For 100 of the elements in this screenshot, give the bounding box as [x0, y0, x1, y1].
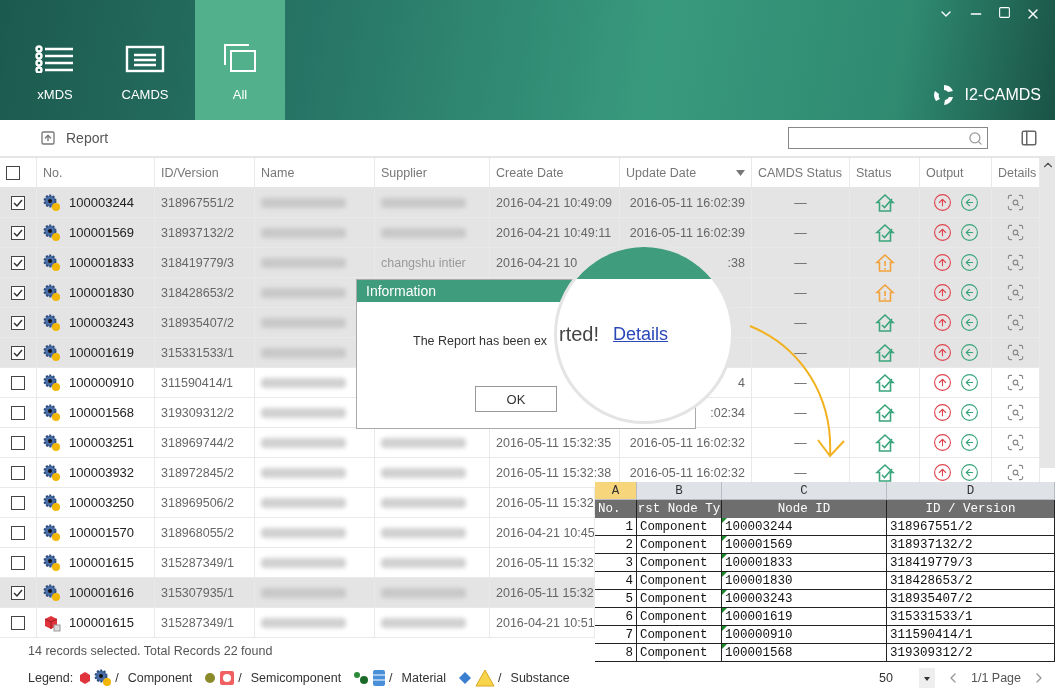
id-version: 315331533/1	[161, 345, 234, 360]
sheet-cell: 100001833	[722, 554, 887, 572]
create-date: 2016-05-11 15:32:35	[496, 435, 612, 450]
sheet-cell: 318935407/2	[887, 590, 1055, 608]
update-date: 4	[738, 375, 745, 390]
node-number: 100001616	[69, 585, 135, 600]
camds-status: —	[794, 435, 807, 450]
sheet-header: rst Node Ty	[637, 500, 722, 518]
create-date: 2016-04-21 10:45	[496, 525, 594, 540]
node-number: 100003250	[69, 495, 135, 510]
sheet-header: ID / Version	[887, 500, 1055, 518]
sheet-cell: 100001619	[722, 608, 887, 626]
node-number: 100001568	[69, 405, 135, 420]
sheet-cell: Component	[637, 626, 722, 644]
sheet-cell: Component	[637, 608, 722, 626]
sheet-cell: 7	[595, 626, 637, 644]
node-number: 100001830	[69, 285, 135, 300]
sheet-cell: 100000910	[722, 626, 887, 644]
legend-label: Legend:	[28, 671, 74, 685]
id-version: 318972845/2	[161, 465, 234, 480]
supplier-name: changshu intier	[381, 255, 466, 270]
sheet-cell: 315331533/1	[887, 608, 1055, 626]
column-letter: C	[722, 482, 887, 500]
create-date: 2016-04-21 10:49:11	[496, 225, 612, 240]
create-date: 2016-04-21 10	[496, 255, 578, 270]
app-title: I2-CAMDS	[964, 86, 1041, 104]
node-number: 100003251	[69, 435, 135, 450]
sheet-cell: 100001830	[722, 572, 887, 590]
sheet-cell: 318937132/2	[887, 536, 1055, 554]
create-date: 2016-05-11 15:32	[496, 585, 594, 600]
sheet-cell: 311590414/1	[887, 626, 1055, 644]
camds-status: —	[794, 255, 807, 270]
sheet-cell: 3	[595, 554, 637, 572]
legend-item: Substance	[510, 671, 570, 685]
update-date: 2016-05-11 16:02:32	[629, 435, 745, 450]
sheet-cell: Component	[637, 554, 722, 572]
create-date: 2016-04-21 10:49:09	[496, 195, 613, 210]
camds-status: —	[794, 465, 807, 480]
node-number: 100001833	[69, 255, 135, 270]
create-date: 2016-05-11 15:32	[496, 555, 594, 570]
sheet-cell: 318967551/2	[887, 518, 1055, 536]
sheet-cell: Component	[637, 644, 722, 662]
node-number: 100003243	[69, 315, 135, 330]
camds-status: —	[794, 345, 807, 360]
sheet-header: No.	[595, 500, 637, 518]
legend-item: Material	[401, 671, 447, 685]
column-letter: D	[887, 482, 1055, 500]
id-version: 318937132/2	[161, 225, 234, 240]
sheet-cell: Component	[637, 536, 722, 554]
magnified-text: rted!	[559, 323, 600, 346]
column-letter: B	[637, 482, 722, 500]
legend-separator: /	[498, 671, 502, 685]
legend-separator: /	[238, 671, 242, 685]
create-date: 2016-04-21 10:51	[496, 615, 594, 630]
records-summary: 14 records selected. Total Records 22 found	[28, 644, 273, 658]
column-letter: A	[595, 482, 637, 500]
camds-status: —	[794, 315, 807, 330]
sheet-cell: 4	[595, 572, 637, 590]
sheet-cell: 8	[595, 644, 637, 662]
create-date: 2016-05-11 15:32	[496, 495, 594, 510]
node-number: 100001569	[69, 225, 135, 240]
create-date: 2016-05-11 15:32:38	[496, 465, 612, 480]
update-date: 2016-05-11 16:02:39	[629, 225, 745, 240]
sheet-cell: 5	[595, 590, 637, 608]
id-version: 318969506/2	[161, 495, 234, 510]
sheet-cell: 6	[595, 608, 637, 626]
camds-status: —	[794, 375, 807, 390]
node-number: 100001615	[69, 555, 135, 570]
dialog-message: The Report has been ex	[413, 334, 548, 348]
id-version: 318419779/3	[161, 255, 234, 270]
camds-status: —	[794, 405, 807, 420]
node-number: 100001615	[69, 615, 135, 630]
sheet-cell: Component	[637, 572, 722, 590]
id-version: 315307935/1	[161, 585, 234, 600]
sheet-cell: 100003243	[722, 590, 887, 608]
camds-status: —	[794, 195, 807, 210]
node-number: 100001619	[69, 345, 135, 360]
id-version: 315287349/1	[161, 615, 234, 630]
update-date: 2016-05-11 16:02:39	[629, 195, 745, 210]
node-number: 100003932	[69, 465, 135, 480]
id-version: 318935407/2	[161, 315, 234, 330]
update-date: 2016-05-11 16:02:32	[629, 465, 745, 480]
sheet-cell: 318428653/2	[887, 572, 1055, 590]
camds-status: —	[794, 225, 807, 240]
legend-item: Component	[127, 671, 193, 685]
sheet-cell: 2	[595, 536, 637, 554]
sheet-cell: Component	[637, 518, 722, 536]
sheet-cell: Component	[637, 590, 722, 608]
legend-separator: /	[389, 671, 393, 685]
id-version: 315287349/1	[161, 555, 234, 570]
node-number: 100003244	[69, 195, 135, 210]
sheet-cell: 100001569	[722, 536, 887, 554]
legend-separator: /	[115, 671, 119, 685]
id-version: 319309312/2	[161, 405, 234, 420]
update-date: :38	[727, 255, 745, 270]
legend-item: Semicomponent	[250, 671, 342, 685]
sheet-cell: 100001568	[722, 644, 887, 662]
node-number: 100000910	[69, 375, 135, 390]
id-version: 318969744/2	[161, 435, 234, 450]
sheet-cell: 1	[595, 518, 637, 536]
